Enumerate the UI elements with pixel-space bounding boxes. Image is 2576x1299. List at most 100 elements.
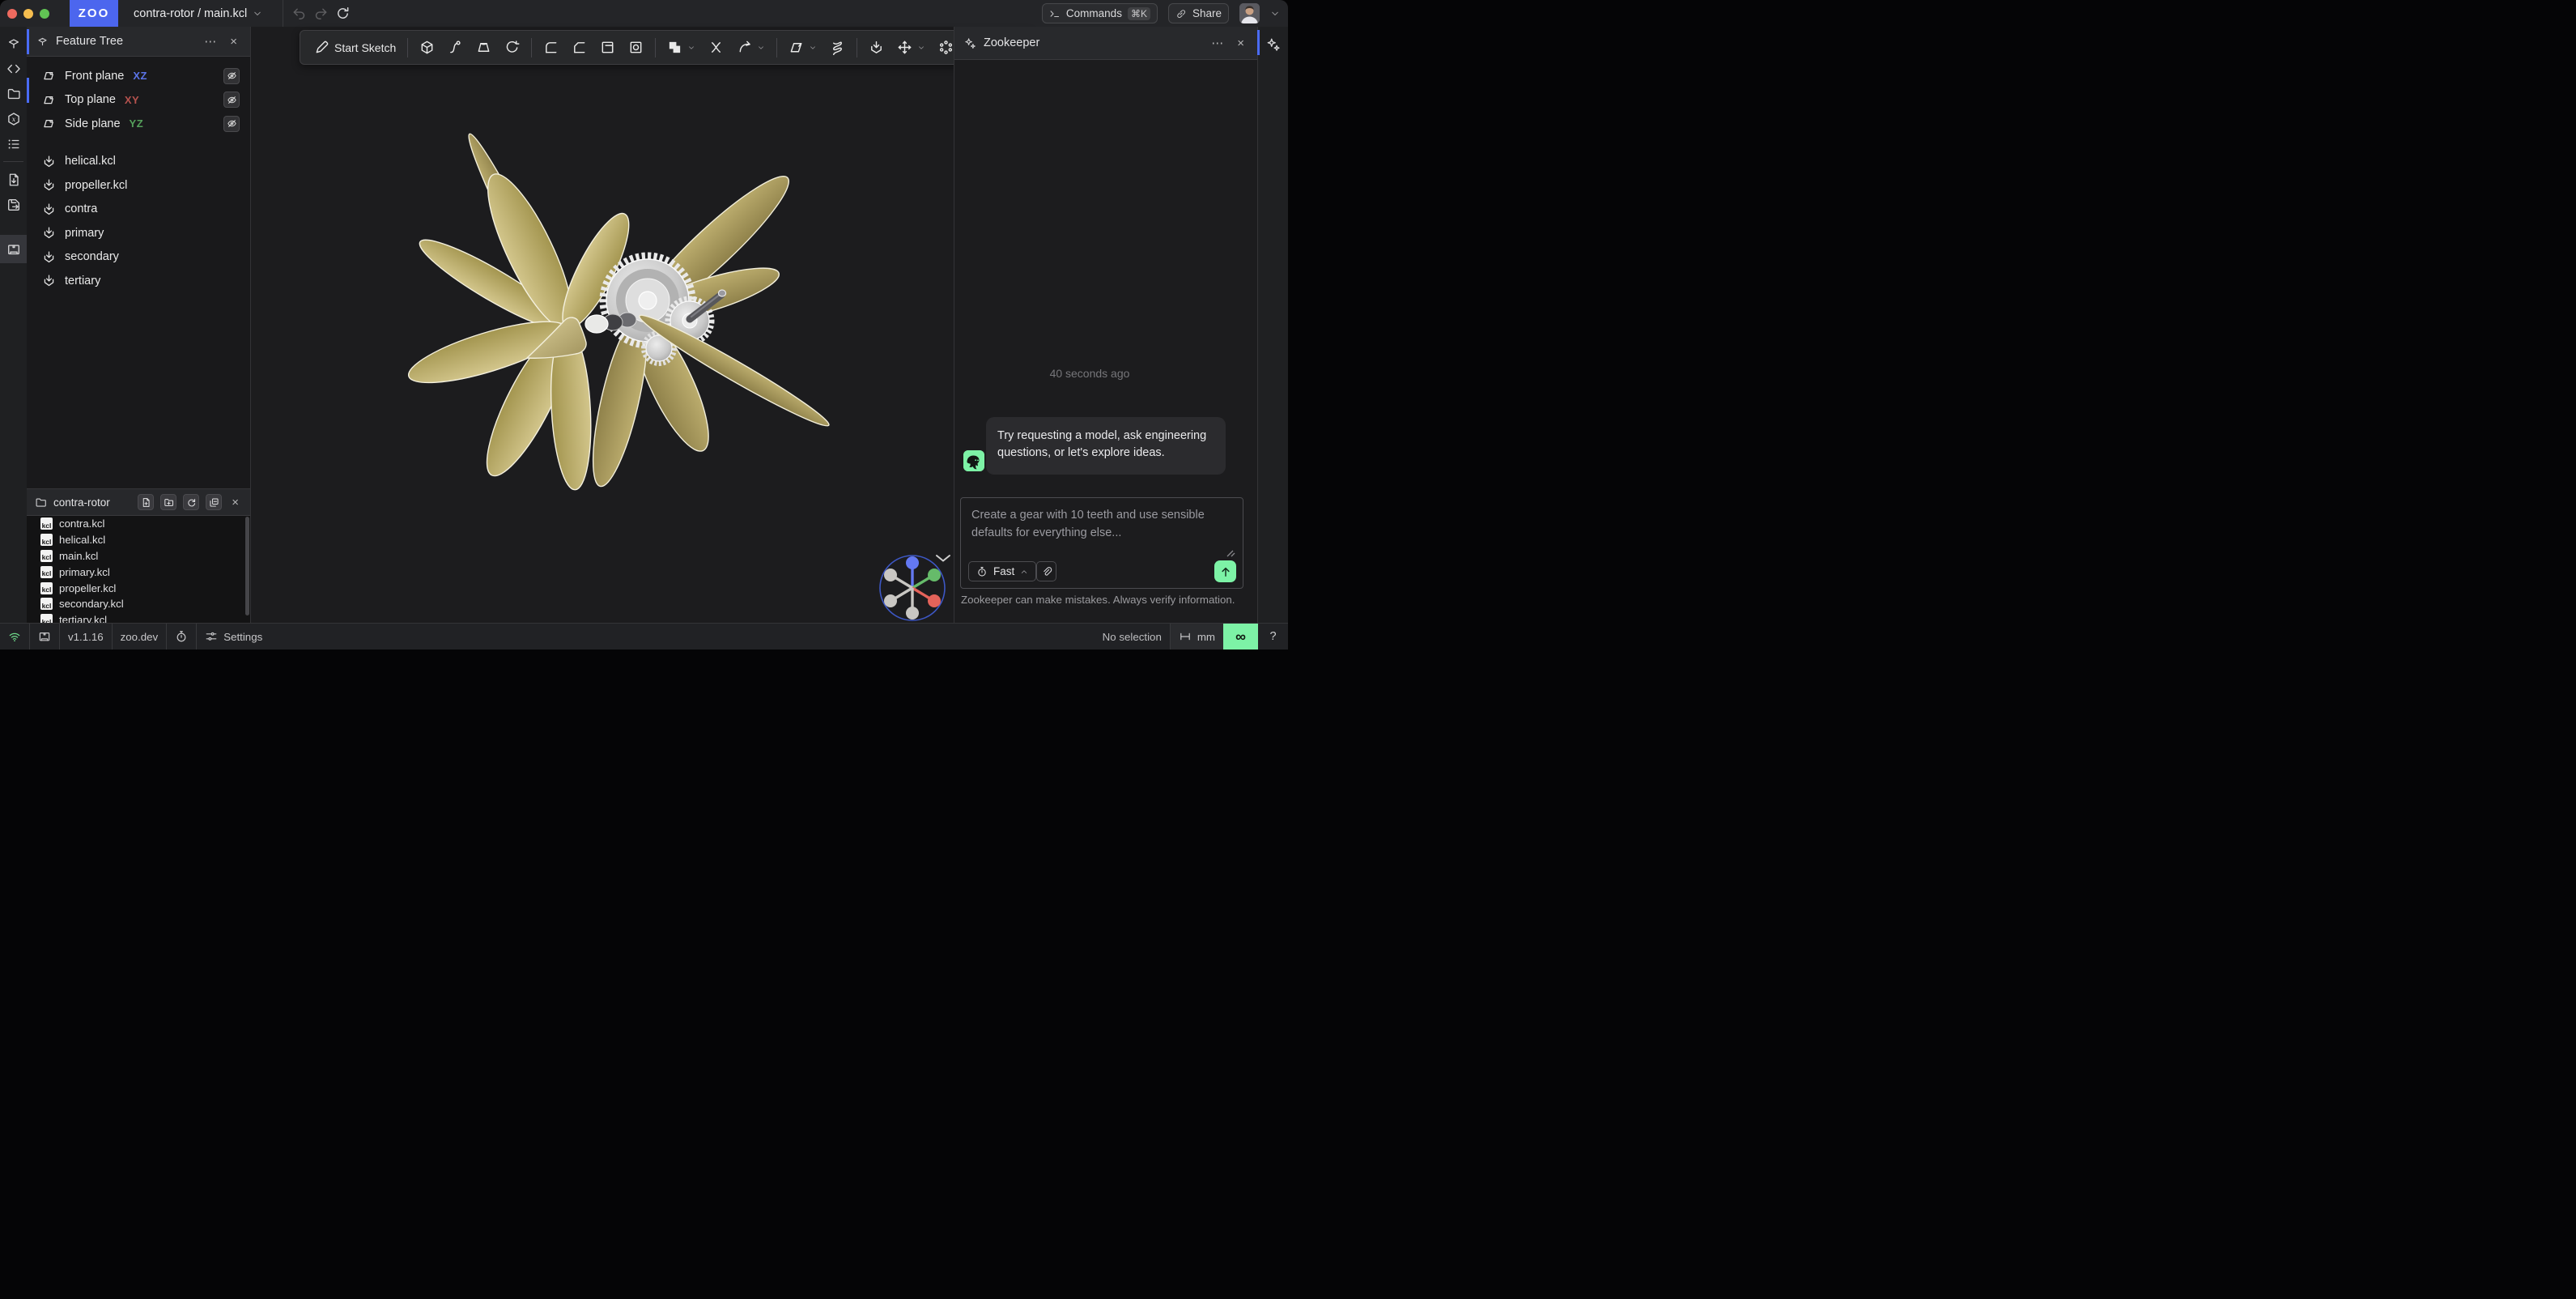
- undo-icon[interactable]: [291, 6, 307, 21]
- folder-icon[interactable]: [0, 81, 27, 106]
- user-avatar[interactable]: [1239, 3, 1260, 23]
- panel-menu-button[interactable]: ⋯: [201, 36, 219, 48]
- feature-tree-plane-row[interactable]: Top plane XY: [27, 88, 250, 113]
- machine-status-button[interactable]: [30, 624, 59, 650]
- move-icon: [897, 40, 912, 55]
- app-version[interactable]: v1.1.16: [60, 624, 112, 650]
- visibility-toggle-button[interactable]: [223, 116, 240, 132]
- file-export-icon[interactable]: [0, 167, 27, 192]
- file-row[interactable]: kcl primary.kcl: [27, 564, 250, 580]
- new-folder-button[interactable]: [160, 494, 176, 510]
- folder-icon: [35, 496, 47, 509]
- left-sidebar: x: [0, 27, 28, 624]
- file-row[interactable]: kcl main.kcl: [27, 548, 250, 564]
- toolbar-divider: [776, 38, 777, 57]
- feature-tree-import-row[interactable]: helical.kcl: [27, 150, 250, 174]
- file-name: contra.kcl: [59, 517, 104, 530]
- visibility-toggle-button[interactable]: [223, 68, 240, 84]
- attach-file-button[interactable]: [1036, 561, 1056, 581]
- refresh-button[interactable]: [183, 494, 199, 510]
- gizmo-menu-chevron-icon[interactable]: [937, 556, 950, 561]
- sparkles-icon[interactable]: [1260, 32, 1286, 57]
- scrollbar[interactable]: [245, 517, 249, 615]
- plane-name: Top plane: [65, 93, 116, 106]
- message-timestamp: 40 seconds ago: [954, 367, 1225, 380]
- chat-input[interactable]: [961, 498, 1243, 548]
- panel-close-button[interactable]: ×: [227, 36, 240, 48]
- file-row[interactable]: kcl contra.kcl: [27, 516, 250, 532]
- help-button[interactable]: ?: [1258, 624, 1288, 650]
- zoom-window-button[interactable]: [40, 9, 49, 19]
- minimize-window-button[interactable]: [23, 9, 33, 19]
- chamfer-icon: [572, 40, 587, 55]
- import-list: helical.kcl propeller.kcl contra: [27, 150, 250, 293]
- visibility-toggle-button[interactable]: [223, 92, 240, 108]
- panel-close-button[interactable]: ×: [1234, 37, 1248, 49]
- import-icon: [42, 274, 56, 287]
- project-files-panel: contra-rotor × kcl contra.kcl kcl helica…: [27, 489, 251, 624]
- new-file-button[interactable]: [138, 494, 154, 510]
- file-name: secondary.kcl: [59, 598, 124, 610]
- variables-icon[interactable]: x: [0, 106, 27, 131]
- collapse-button[interactable]: [206, 494, 222, 510]
- zoo-infinity-button[interactable]: ∞: [1223, 624, 1258, 650]
- feature-tree-import-row[interactable]: primary: [27, 221, 250, 245]
- feature-tree-plane-row[interactable]: Side plane YZ: [27, 112, 250, 136]
- feature-tree-import-row[interactable]: propeller.kcl: [27, 173, 250, 198]
- code-icon[interactable]: [0, 56, 27, 81]
- chevron-down-icon: [253, 9, 262, 19]
- assistant-message-text: Try requesting a model, ask engineering …: [997, 429, 1206, 459]
- user-menu-chevron-icon[interactable]: [1270, 9, 1280, 19]
- commands-button[interactable]: Commands ⌘K: [1042, 3, 1158, 23]
- list-icon[interactable]: [0, 131, 27, 156]
- save-export-icon[interactable]: [0, 192, 27, 217]
- kcl-file-badge: kcl: [40, 534, 53, 546]
- feature-tree-plane-row[interactable]: Front plane XZ: [27, 64, 250, 88]
- chat-input-container: Fast: [960, 497, 1243, 589]
- import-name: propeller.kcl: [65, 179, 127, 192]
- feature-tree-icon[interactable]: [0, 31, 27, 56]
- plane-icon: [42, 117, 56, 130]
- reload-icon[interactable]: [335, 6, 351, 21]
- file-row[interactable]: kcl tertiary.kcl: [27, 612, 250, 624]
- eye-off-icon: [227, 118, 237, 129]
- machine-icon[interactable]: [0, 235, 27, 263]
- feature-tree-import-row[interactable]: secondary: [27, 245, 250, 270]
- chevron-down-icon[interactable]: [687, 44, 695, 52]
- send-message-button[interactable]: [1214, 560, 1236, 582]
- chevron-down-icon[interactable]: [757, 44, 765, 52]
- feature-tree-icon: [36, 36, 49, 48]
- file-row[interactable]: kcl secondary.kcl: [27, 596, 250, 612]
- close-window-button[interactable]: [7, 9, 17, 19]
- model-selector-button[interactable]: Fast: [968, 561, 1036, 581]
- file-row[interactable]: kcl propeller.kcl: [27, 580, 250, 596]
- feature-tree-panel: Feature Tree ⋯ × Front plane XZ: [27, 27, 251, 489]
- performance-button[interactable]: [167, 624, 196, 650]
- fillet-icon: [543, 40, 559, 55]
- chevron-down-icon[interactable]: [809, 44, 817, 52]
- orientation-gizmo[interactable]: [880, 556, 945, 620]
- units-button[interactable]: mm: [1171, 624, 1223, 650]
- resize-grip-icon[interactable]: [1226, 550, 1235, 557]
- share-button[interactable]: Share: [1168, 3, 1229, 23]
- 3d-viewport[interactable]: Start Sketch: [251, 27, 954, 624]
- chevron-down-icon[interactable]: [917, 44, 925, 52]
- active-panel-indicator: [1257, 30, 1260, 55]
- breadcrumb[interactable]: contra-rotor / main.kcl: [134, 0, 262, 27]
- feature-tree-import-row[interactable]: contra: [27, 198, 250, 222]
- zookeeper-panel: Zookeeper ⋯ × 40 seconds ago Try request…: [954, 27, 1257, 624]
- environment-label[interactable]: zoo.dev: [113, 624, 167, 650]
- 3d-model-canvas[interactable]: [251, 27, 954, 624]
- zoo-logo[interactable]: ZOO: [70, 0, 118, 27]
- project-name: contra-rotor: [53, 496, 110, 509]
- panel-menu-button[interactable]: ⋯: [1208, 37, 1226, 49]
- settings-button[interactable]: Settings: [197, 624, 270, 650]
- file-row[interactable]: kcl helical.kcl: [27, 532, 250, 548]
- active-panel-indicator: [27, 29, 29, 54]
- feature-tree-import-row[interactable]: tertiary: [27, 269, 250, 293]
- redo-icon[interactable]: [313, 6, 329, 21]
- eye-off-icon: [227, 95, 237, 105]
- panel-close-button[interactable]: ×: [228, 496, 242, 509]
- network-status-button[interactable]: [0, 624, 29, 650]
- helix-icon: [830, 40, 845, 55]
